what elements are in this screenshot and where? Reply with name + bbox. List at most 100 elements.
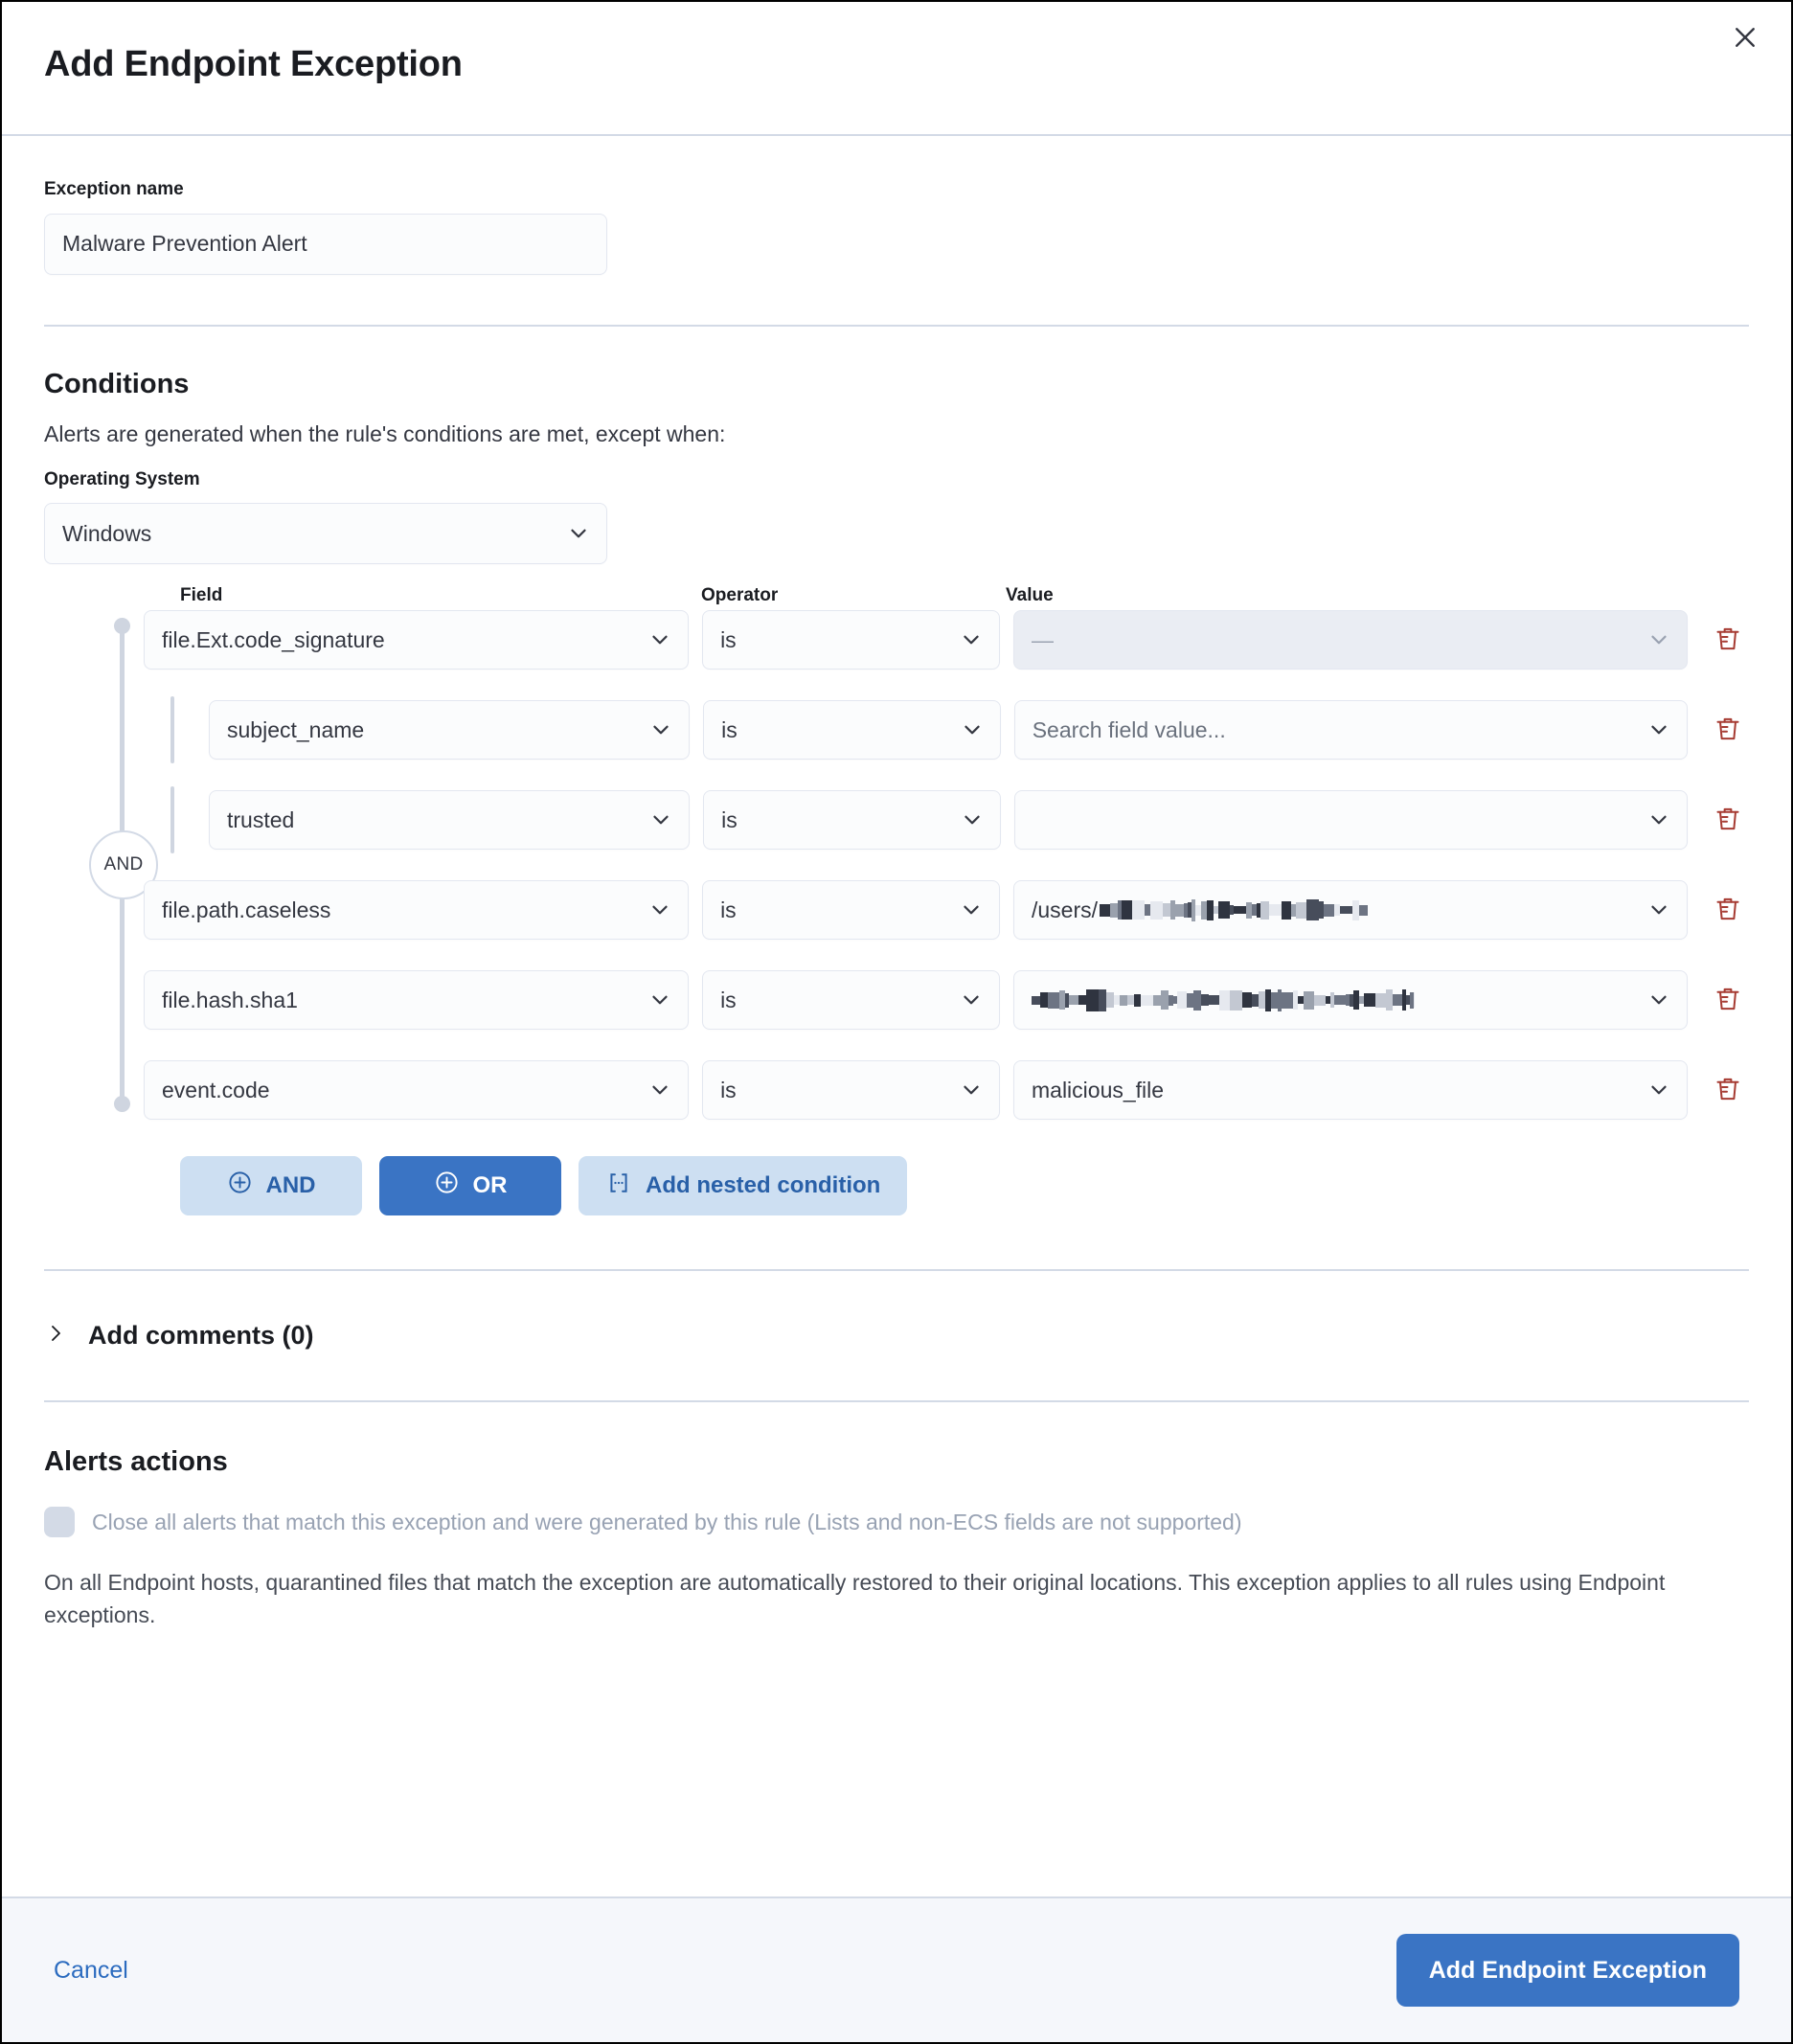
operator-select[interactable]: is: [702, 610, 1000, 670]
field-value: subject_name: [227, 717, 364, 743]
trash-icon: [1714, 985, 1742, 1016]
operator-value: is: [720, 897, 737, 923]
conditions-description: Alerts are generated when the rule's con…: [44, 421, 1749, 447]
cancel-button[interactable]: Cancel: [54, 1957, 128, 1985]
chevron-down-icon: [647, 988, 672, 1012]
chevron-down-icon: [959, 897, 984, 922]
add-nested-condition-button[interactable]: Add nested condition: [579, 1156, 907, 1215]
trash-icon: [1714, 1075, 1742, 1106]
nested-indent-bar: [170, 696, 174, 763]
value-text: malicious_file: [1032, 1078, 1164, 1103]
field-value: file.hash.sha1: [162, 988, 298, 1013]
value-select[interactable]: [1013, 970, 1688, 1030]
field-select[interactable]: file.path.caseless: [144, 880, 689, 940]
delete-condition-button[interactable]: [1707, 889, 1749, 931]
exception-name-input[interactable]: Malware Prevention Alert: [44, 214, 607, 275]
chevron-down-icon: [1646, 807, 1671, 832]
delete-condition-button[interactable]: [1707, 799, 1749, 841]
exception-name-group: Exception name Malware Prevention Alert: [44, 136, 1749, 275]
chevron-down-icon: [1646, 988, 1671, 1012]
value-select[interactable]: /users/: [1013, 880, 1688, 940]
condition-field-cell: event.code: [144, 1060, 689, 1120]
condition-value-cell: malicious_file: [1013, 1060, 1688, 1120]
field-select[interactable]: event.code: [144, 1060, 689, 1120]
delete-condition-button[interactable]: [1707, 1069, 1749, 1111]
add-and-label: AND: [266, 1172, 316, 1199]
chevron-down-icon: [647, 627, 672, 652]
operating-system-label: Operating System: [44, 468, 1749, 492]
condition-operator-cell: is: [702, 880, 1000, 940]
chevron-right-icon: [44, 1322, 67, 1350]
value-select: —: [1013, 610, 1688, 670]
condition-operator-cell: is: [702, 610, 1000, 670]
close-button[interactable]: [1722, 15, 1768, 61]
condition-row: file.hash.sha1 is: [144, 970, 1749, 1030]
condition-field-cell: file.path.caseless: [144, 880, 689, 940]
chevron-down-icon: [647, 897, 672, 922]
chevron-down-icon: [959, 627, 984, 652]
close-icon: [1731, 23, 1759, 55]
rail-dot-top: [114, 618, 130, 634]
alerts-actions-title: Alerts actions: [44, 1446, 1749, 1478]
operator-select[interactable]: is: [702, 880, 1000, 940]
conditions-section: Conditions Alerts are generated when the…: [44, 327, 1749, 1216]
value-text: /users/: [1032, 897, 1368, 923]
chevron-down-icon: [1646, 897, 1671, 922]
value-select[interactable]: Search field value...: [1014, 700, 1688, 760]
value-select[interactable]: malicious_file: [1013, 1060, 1688, 1120]
condition-row: file.path.caseless is/users/: [144, 880, 1749, 940]
add-or-button[interactable]: OR: [379, 1156, 561, 1215]
chevron-down-icon: [648, 807, 673, 832]
add-or-label: OR: [473, 1172, 508, 1199]
value-text: [1032, 988, 1415, 1012]
field-value: file.path.caseless: [162, 897, 330, 923]
and-group-rail: AND: [100, 618, 144, 1112]
field-select[interactable]: trusted: [209, 790, 690, 850]
redacted-value: [1032, 988, 1415, 1012]
field-select[interactable]: subject_name: [209, 700, 690, 760]
operator-select[interactable]: is: [703, 790, 1001, 850]
add-and-button[interactable]: AND: [180, 1156, 362, 1215]
condition-row: event.code is malicious_file: [144, 1060, 1749, 1120]
field-select[interactable]: file.hash.sha1: [144, 970, 689, 1030]
add-comments-toggle[interactable]: Add comments (0): [44, 1321, 1749, 1351]
close-alerts-checkbox[interactable]: [44, 1507, 75, 1537]
column-header-field: Field: [144, 585, 701, 610]
operating-system-value: Windows: [62, 521, 151, 547]
exception-name-label: Exception name: [44, 178, 1749, 202]
condition-operator-cell: is: [703, 790, 1001, 850]
value-select[interactable]: [1014, 790, 1688, 850]
condition-value-cell: /users/: [1013, 880, 1688, 940]
operator-select[interactable]: is: [702, 970, 1000, 1030]
condition-operator-cell: is: [702, 1060, 1000, 1120]
alerts-actions-section: Alerts actions Close all alerts that mat…: [44, 1402, 1749, 1631]
field-value: file.Ext.code_signature: [162, 627, 385, 653]
modal-body: Exception name Malware Prevention Alert …: [2, 136, 1791, 1896]
delete-condition-button[interactable]: [1707, 979, 1749, 1021]
delete-condition-button[interactable]: [1707, 709, 1749, 751]
operator-value: is: [720, 988, 737, 1013]
operator-select[interactable]: is: [703, 700, 1001, 760]
chevron-down-icon: [959, 1078, 984, 1102]
field-select[interactable]: file.Ext.code_signature: [144, 610, 689, 670]
chevron-down-icon: [1646, 1078, 1671, 1102]
condition-field-cell: subject_name: [144, 700, 690, 760]
add-endpoint-exception-modal: Add Endpoint Exception Exception name Ma…: [0, 0, 1793, 2044]
chevron-down-icon: [566, 521, 591, 546]
add-comments-label: Add comments (0): [88, 1321, 314, 1351]
close-alerts-checkbox-row[interactable]: Close all alerts that match this excepti…: [44, 1507, 1749, 1537]
exception-name-value: Malware Prevention Alert: [62, 231, 307, 257]
delete-condition-button[interactable]: [1707, 619, 1749, 661]
field-value: event.code: [162, 1078, 270, 1103]
chevron-down-icon: [648, 717, 673, 742]
add-nested-label: Add nested condition: [646, 1172, 880, 1199]
condition-rows: AND file.Ext.code_signatureis—subject_na…: [144, 610, 1749, 1120]
chevron-down-icon: [960, 807, 985, 832]
add-endpoint-exception-button[interactable]: Add Endpoint Exception: [1396, 1934, 1739, 2007]
operator-value: is: [721, 807, 738, 833]
operator-select[interactable]: is: [702, 1060, 1000, 1120]
plus-circle-icon: [227, 1170, 253, 1202]
operating-system-select[interactable]: Windows: [44, 503, 607, 564]
rail-dot-bottom: [114, 1096, 130, 1112]
condition-value-cell: —: [1013, 610, 1688, 670]
